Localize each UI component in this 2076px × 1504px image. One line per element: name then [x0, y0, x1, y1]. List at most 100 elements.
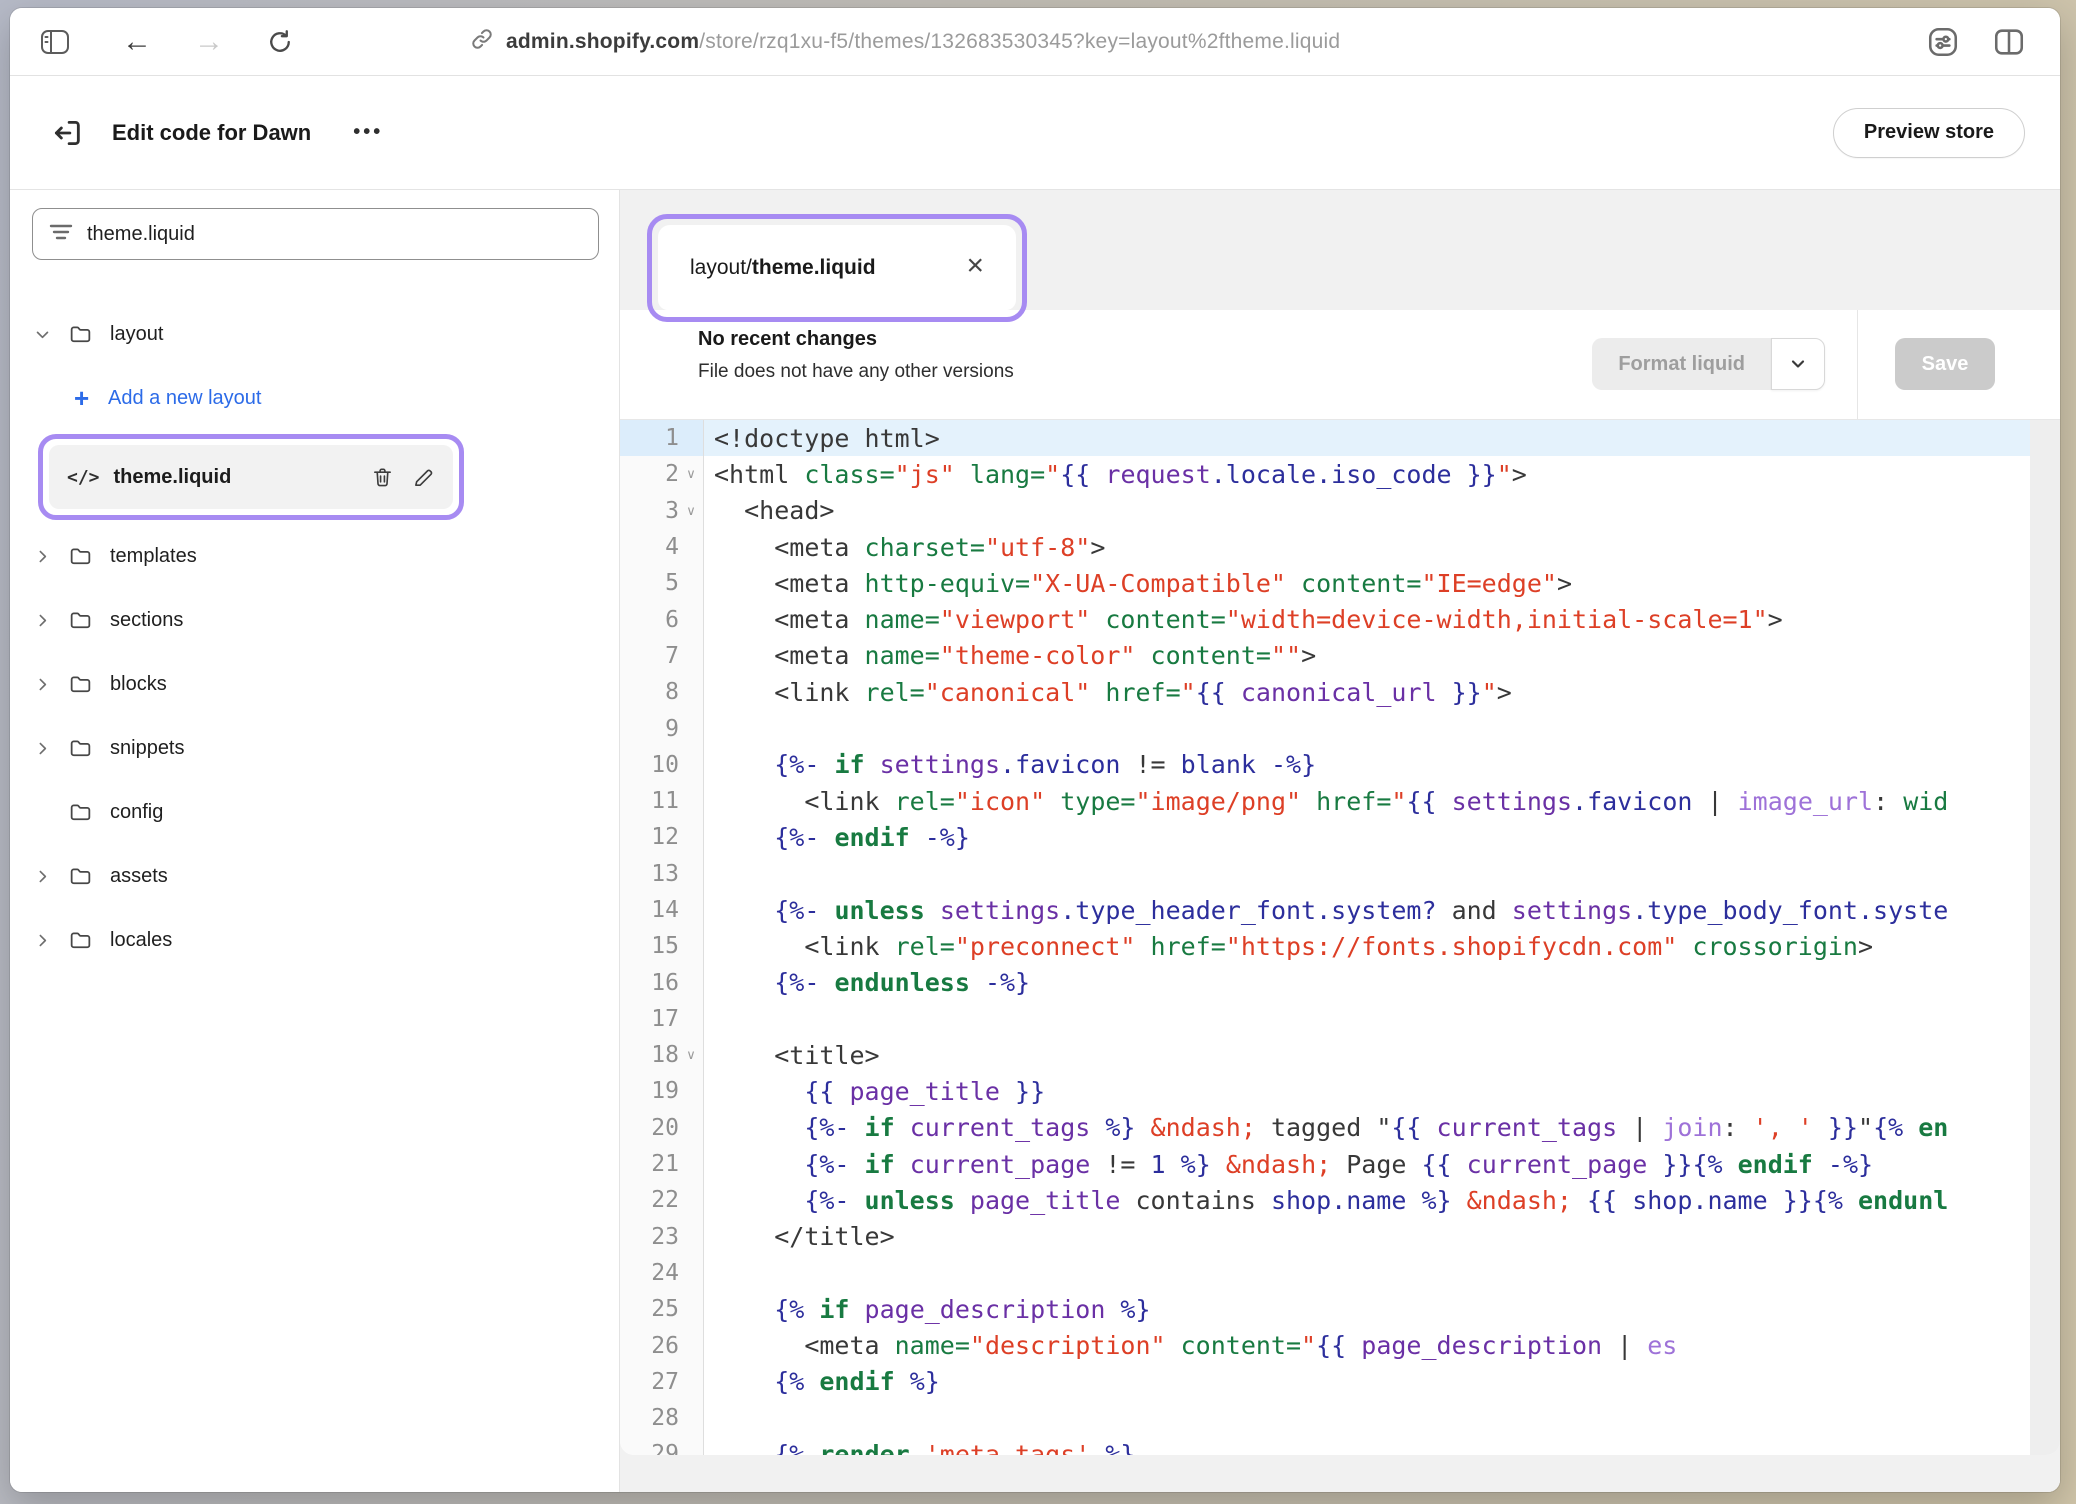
save-button[interactable]: Save [1895, 338, 1995, 390]
delete-file-icon[interactable] [371, 466, 394, 489]
code-line-25[interactable]: 25 {% if page_description %} [620, 1291, 2060, 1327]
sidebar-folder-locales[interactable]: locales [10, 908, 619, 972]
file-filter-box[interactable] [32, 208, 599, 260]
line-number: 18 [651, 1042, 679, 1068]
back-button[interactable]: ← [122, 27, 152, 57]
sidebar-folder-layout[interactable]: layout [10, 302, 619, 366]
format-liquid-button[interactable]: Format liquid [1592, 338, 1771, 390]
folder-icon [68, 322, 93, 347]
address-bar[interactable]: admin.shopify.com/store/rzq1xu-f5/themes… [470, 27, 1340, 56]
line-number: 14 [651, 897, 679, 923]
code-line-11[interactable]: 11 <link rel="icon" type="image/png" hre… [620, 783, 2060, 819]
browser-sidebar-toggle-icon[interactable] [40, 29, 70, 55]
editor-panel: layout/theme.liquid × No recent changes … [620, 190, 2060, 1492]
split-view-icon[interactable] [1992, 25, 2026, 59]
sidebar-folder-config[interactable]: config [10, 780, 619, 844]
line-number: 9 [665, 716, 679, 742]
url-host: admin.shopify.com [506, 30, 699, 53]
chevron-down-icon[interactable] [34, 326, 51, 343]
code-line-14[interactable]: 14 {%- unless settings.type_header_font.… [620, 892, 2060, 928]
code-line-15[interactable]: 15 <link rel="preconnect" href="https://… [620, 928, 2060, 964]
code-line-19[interactable]: 19 {{ page_title }} [620, 1073, 2060, 1109]
sidebar-folder-templates[interactable]: templates [10, 524, 619, 588]
sidebar-folder-assets[interactable]: assets [10, 844, 619, 908]
code-line-1[interactable]: 1<!doctype html> [620, 420, 2060, 456]
code-line-6[interactable]: 6 <meta name="viewport" content="width=d… [620, 601, 2060, 637]
code-line-22[interactable]: 22 {%- unless page_title contains shop.n… [620, 1182, 2060, 1218]
line-number: 21 [651, 1151, 679, 1177]
folder-icon [68, 608, 93, 633]
code-line-16[interactable]: 16 {%- endunless -%} [620, 964, 2060, 1000]
code-line-text: <meta name="description" content="{{ pag… [704, 1331, 1677, 1360]
sidebar-folder-sections[interactable]: sections [10, 588, 619, 652]
exit-editor-icon[interactable] [50, 116, 84, 150]
code-line-5[interactable]: 5 <meta http-equiv="X-UA-Compatible" con… [620, 565, 2060, 601]
chevron-right-icon[interactable] [34, 932, 51, 949]
rename-file-icon[interactable] [412, 466, 435, 489]
code-lines: 1<!doctype html>2∨<html class="js" lang=… [620, 420, 2060, 1455]
page-settings-icon[interactable] [1926, 25, 1960, 59]
code-line-20[interactable]: 20 {%- if current_tags %} &ndash; tagged… [620, 1110, 2060, 1146]
folder-icon [68, 928, 93, 953]
code-line-17[interactable]: 17 [620, 1001, 2060, 1037]
line-number-gutter: 19 [620, 1073, 704, 1109]
editor-scrollbar-track[interactable] [2030, 420, 2060, 1455]
code-editor[interactable]: 1<!doctype html>2∨<html class="js" lang=… [620, 420, 2060, 1455]
tab-close-icon[interactable]: × [966, 251, 984, 281]
code-line-18[interactable]: 18∨ <title> [620, 1037, 2060, 1073]
line-number-gutter: 3∨ [620, 493, 704, 529]
code-line-28[interactable]: 28 [620, 1400, 2060, 1436]
fold-toggle-icon[interactable]: ∨ [683, 503, 699, 519]
code-line-3[interactable]: 3∨ <head> [620, 493, 2060, 529]
sidebar-folder-blocks[interactable]: blocks [10, 652, 619, 716]
code-line-text: {%- endunless -%} [704, 968, 1030, 997]
chevron-right-icon[interactable] [34, 612, 51, 629]
chevron-right-icon[interactable] [34, 868, 51, 885]
fold-toggle-icon[interactable]: ∨ [683, 1047, 699, 1063]
more-actions-button[interactable]: ••• [353, 121, 383, 144]
line-number-gutter: 11 [620, 783, 704, 819]
forward-button[interactable]: → [194, 27, 224, 57]
sidebar-file-theme-liquid[interactable]: </>theme.liquid [49, 445, 453, 509]
line-number-gutter: 5 [620, 565, 704, 601]
code-line-27[interactable]: 27 {% endif %} [620, 1364, 2060, 1400]
line-number-gutter: 17 [620, 1001, 704, 1037]
folder-name-label: assets [110, 865, 168, 888]
line-number: 29 [651, 1441, 679, 1455]
code-line-2[interactable]: 2∨<html class="js" lang="{{ request.loca… [620, 456, 2060, 492]
tab-theme-liquid[interactable]: layout/theme.liquid × [658, 225, 1016, 310]
chevron-right-icon[interactable] [34, 548, 51, 565]
line-number-gutter: 20 [620, 1110, 704, 1146]
line-number-gutter: 26 [620, 1327, 704, 1363]
sidebar-folder-snippets[interactable]: snippets [10, 716, 619, 780]
add-new-layout-button[interactable]: +Add a new layout [10, 366, 619, 430]
code-line-24[interactable]: 24 [620, 1255, 2060, 1291]
tab-path-prefix: layout/ [690, 256, 752, 279]
code-line-23[interactable]: 23 </title> [620, 1219, 2060, 1255]
fold-toggle-icon[interactable]: ∨ [683, 466, 699, 482]
line-number: 17 [651, 1006, 679, 1032]
format-options-dropdown[interactable] [1771, 338, 1825, 390]
reload-button[interactable] [266, 28, 294, 56]
code-line-text: {%- unless page_title contains shop.name… [704, 1186, 1948, 1215]
code-line-12[interactable]: 12 {%- endif -%} [620, 819, 2060, 855]
file-search-input[interactable] [87, 223, 582, 246]
line-number: 4 [665, 534, 679, 560]
code-line-29[interactable]: 29 {% render 'meta-tags' %} [620, 1436, 2060, 1455]
add-layout-label: Add a new layout [108, 387, 261, 410]
code-line-13[interactable]: 13 [620, 856, 2060, 892]
code-line-10[interactable]: 10 {%- if settings.favicon != blank -%} [620, 747, 2060, 783]
line-number: 26 [651, 1333, 679, 1359]
line-number-gutter: 21 [620, 1146, 704, 1182]
folder-icon [68, 736, 93, 761]
chevron-right-icon[interactable] [34, 676, 51, 693]
preview-store-button[interactable]: Preview store [1833, 108, 2025, 158]
line-number-gutter: 6 [620, 601, 704, 637]
code-line-21[interactable]: 21 {%- if current_page != 1 %} &ndash; P… [620, 1146, 2060, 1182]
code-line-26[interactable]: 26 <meta name="description" content="{{ … [620, 1327, 2060, 1363]
code-line-9[interactable]: 9 [620, 710, 2060, 746]
chevron-right-icon[interactable] [34, 740, 51, 757]
code-line-8[interactable]: 8 <link rel="canonical" href="{{ canonic… [620, 674, 2060, 710]
code-line-4[interactable]: 4 <meta charset="utf-8"> [620, 529, 2060, 565]
code-line-7[interactable]: 7 <meta name="theme-color" content=""> [620, 638, 2060, 674]
